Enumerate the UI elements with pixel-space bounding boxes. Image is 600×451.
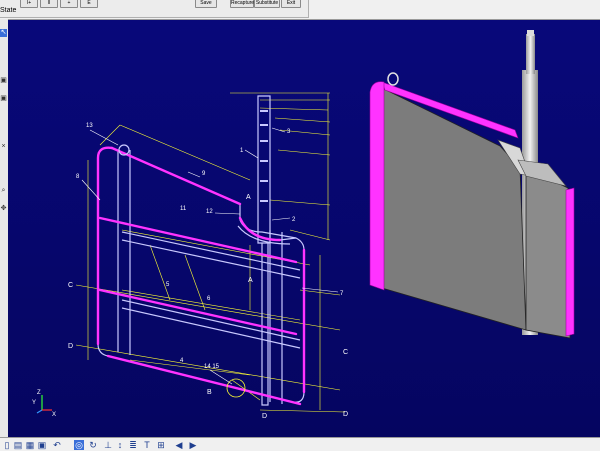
section-marker: D: [262, 413, 267, 420]
select-arrow-icon[interactable]: ↖: [0, 29, 7, 37]
close-icon[interactable]: ×: [0, 143, 7, 151]
dimension-icon[interactable]: ↕: [115, 440, 125, 450]
section-marker: A: [246, 194, 251, 201]
axis-x-label: X: [52, 412, 56, 418]
view-icon[interactable]: ▣: [0, 77, 7, 85]
section-marker: C: [343, 349, 348, 356]
section-marker: A: [248, 277, 253, 284]
undo-icon[interactable]: ↶: [52, 440, 62, 450]
section-marker: D: [68, 343, 73, 350]
recapture-button[interactable]: Recapture: [230, 0, 254, 8]
state-label: State: [0, 7, 17, 14]
open-icon[interactable]: ▤: [13, 440, 23, 450]
section-marker: C: [68, 282, 73, 289]
measure-icon[interactable]: ⊥: [103, 440, 113, 450]
text-icon[interactable]: T: [142, 440, 152, 450]
new-icon[interactable]: ▯: [2, 440, 12, 450]
print-icon[interactable]: ▣: [37, 440, 47, 450]
bottom-toolbar: ▯ ▤ ▦ ▣ ↶ ◎ ↻ ⊥ ↕ ≣ T ⊞ ◀ ▶: [0, 437, 600, 451]
part-label: 13: [86, 123, 93, 129]
pan-icon[interactable]: ✥: [0, 205, 7, 213]
axis-z-label: Z: [37, 390, 41, 396]
toolbar-button-2[interactable]: II: [40, 0, 58, 8]
drawing-canvas: 1 2 3 4 5 6 7 8 9 11 12 13 14 15 A A B C…: [8, 20, 600, 437]
part-label: 11: [180, 206, 187, 212]
substitute-button[interactable]: Substitute: [254, 0, 280, 8]
top-toolbar: I+ II + Ε Save Recapture Substitute Exit…: [0, 0, 600, 20]
zoom-icon[interactable]: ⌕: [0, 187, 7, 195]
save-icon[interactable]: ▦: [25, 440, 35, 450]
arrow-left-icon[interactable]: ◀: [174, 440, 184, 450]
snap-icon[interactable]: ◎: [74, 440, 84, 450]
cad-viewport[interactable]: 1 2 3 4 5 6 7 8 9 11 12 13 14 15 A A B C…: [8, 20, 600, 437]
toolbar-button-1[interactable]: I+: [20, 0, 38, 8]
section-icon[interactable]: ⊞: [156, 440, 166, 450]
exit-button[interactable]: Exit: [281, 0, 301, 8]
part-label: 14 15: [204, 364, 220, 370]
save-button[interactable]: Save: [195, 0, 217, 8]
section-marker: D: [343, 411, 348, 418]
part-label: 12: [206, 209, 213, 215]
arrow-right-icon[interactable]: ▶: [188, 440, 198, 450]
view-icon[interactable]: ▣: [0, 95, 7, 103]
toolbar-panel: I+ II + Ε Save Recapture Substitute Exit…: [0, 0, 309, 18]
section-marker: B: [207, 389, 212, 396]
toolbar-button-4[interactable]: Ε: [80, 0, 98, 8]
axis-y-label: Y: [32, 400, 36, 406]
layer-icon[interactable]: ≣: [128, 440, 138, 450]
rotate-icon[interactable]: ↻: [88, 440, 98, 450]
toolbar-button-3[interactable]: +: [60, 0, 78, 8]
